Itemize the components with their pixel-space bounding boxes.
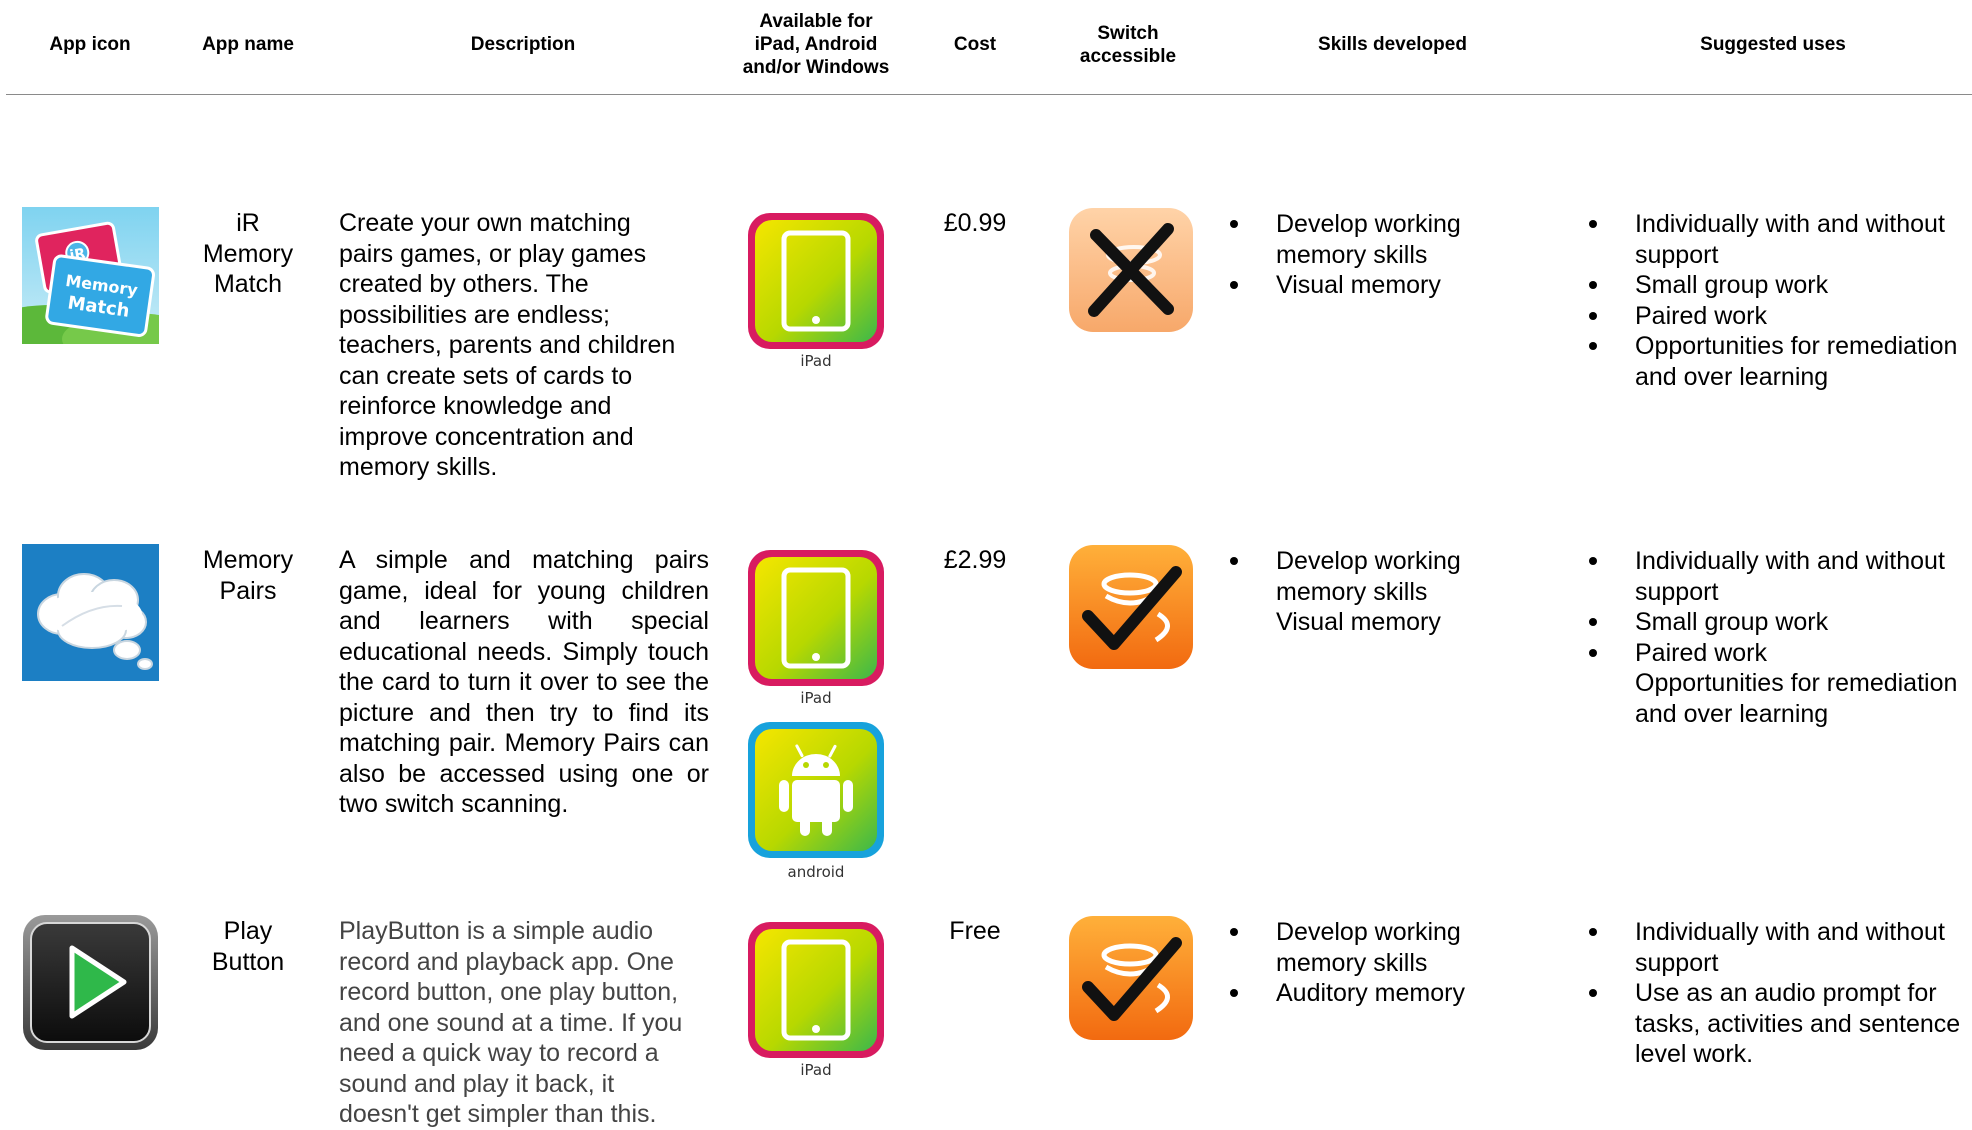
app-name-line: Button [211,947,285,976]
description-line: Create your own matching [339,209,631,237]
ipad-icon [748,550,884,686]
description-line: doesn't get simpler than this. [339,1100,657,1128]
app-name-line: Memory [202,546,294,574]
ipad-platform-badge: iPad [746,211,886,373]
skills-list: Develop working memory skills Visual mem… [1228,546,1558,638]
header-switch-line: accessible [1079,46,1177,67]
header-platforms-line: iPad, Android [754,34,878,55]
description-line: created by others. The [339,270,589,298]
ipad-platform-badge: iPad [746,548,886,710]
header-switch-line: Switch [1097,23,1159,44]
skill-item: Develop working memory skills [1228,546,1558,607]
platform-caption: android [787,863,845,881]
header-app-name: App name [202,34,294,55]
description-line: possibilities are endless; [339,300,610,329]
app-name-line: iR [236,209,260,237]
header-description: Description [470,34,576,55]
switch-not-accessible-icon [1068,207,1194,333]
skill-item: Auditory memory [1228,978,1558,1009]
use-item: Opportunities for remediation and over l… [1635,669,1958,728]
app-name-line: Pairs [219,576,277,605]
use-item: Individually with and without support [1587,546,1967,607]
description-line: record button, one play button, [339,978,679,1006]
use-item: Small group work [1587,270,1967,301]
app-cost: £0.99 [943,209,1007,237]
use-item: Use as an audio prompt for tasks, activi… [1587,978,1967,1070]
description-line: pairs games, or play games [339,239,647,268]
description-line: record and playback app. One [339,947,674,976]
platform-caption: iPad [800,1061,832,1079]
description-line: can create sets of cards to [339,361,633,390]
skills-list: Develop working memory skills Auditory m… [1228,917,1558,1009]
app-name: Play Button [178,916,318,977]
switch-accessible-icon [1068,915,1194,1041]
app-description: PlayButton is a simple audio record and … [339,916,711,1130]
memory-match-icon: iR Memory Match [22,207,159,344]
platform-caption: iPad [800,352,832,370]
header-divider [6,94,1972,95]
header-app-icon: App icon [49,34,131,55]
skill-item: Visual memory [1276,608,1441,636]
memory-pairs-cloud-icon [22,544,159,681]
skill-item: Develop working memory skills [1228,917,1558,978]
app-cost: £2.99 [943,546,1007,574]
switch-accessible-icon [1068,544,1194,670]
app-name-line: Match [213,270,283,298]
description-line: reinforce knowledge and [339,392,612,420]
use-item: Individually with and without support [1587,917,1967,978]
app-description: Create your own matching pairs games, or… [339,208,711,483]
android-platform-badge: android [746,720,886,882]
uses-list: Individually with and without support Sm… [1587,209,1967,392]
header-cost: Cost [953,34,997,55]
skill-item: Visual memory [1228,270,1558,301]
use-item: Small group work [1587,607,1967,638]
app-name-line: Memory [202,239,294,268]
description-line: need a quick way to record a [339,1039,659,1067]
header-platforms: Available for iPad, Android and/or Windo… [720,10,912,79]
ipad-icon [748,213,884,349]
description-line: PlayButton is a simple audio [339,917,654,945]
app-name-line: Play [223,917,273,945]
app-name: iR Memory Match [178,208,318,300]
android-icon [748,722,884,858]
header-platforms-line: and/or Windows [742,57,890,78]
uses-list: Individually with and without support Us… [1587,917,1967,1070]
description-line: memory skills. [339,453,498,481]
description-line: teachers, parents and children [339,331,676,359]
app-cost: Free [949,917,1001,945]
header-platforms-line: Available for [759,11,873,32]
skills-list: Develop working memory skills Visual mem… [1228,209,1558,301]
platform-caption: iPad [800,689,832,707]
app-description: A simple and matching pairs game, ideal … [339,546,709,818]
description-line: improve concentration and [339,422,634,451]
description-line: sound and play it back, it [339,1069,615,1098]
uses-list: Individually with and without support Sm… [1587,546,1967,729]
description-line: and one sound at a time. If you [339,1008,683,1037]
header-uses: Suggested uses [1700,34,1846,55]
use-item: Paired work [1587,638,1967,669]
header-skills: Skills developed [1318,34,1467,55]
play-button-icon [22,914,159,1051]
header-switch-accessible: Switch accessible [1053,22,1203,68]
use-item: Opportunities for remediation and over l… [1587,331,1967,392]
ipad-icon [748,922,884,1058]
skill-item: Develop working memory skills [1228,209,1558,270]
use-item: Individually with and without support [1587,209,1967,270]
use-item: Paired work [1587,301,1967,332]
app-name: Memory Pairs [178,545,318,606]
ipad-platform-badge: iPad [746,920,886,1082]
